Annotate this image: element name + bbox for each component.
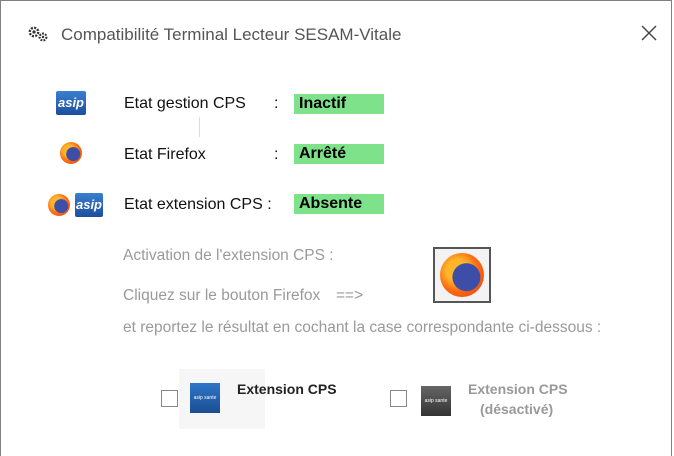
click-firefox-instruction: Cliquez sur le bouton Firefox	[123, 287, 321, 304]
status-label-firefox: Etat Firefox	[124, 146, 206, 163]
extension-cps-label: Extension CPS	[237, 381, 337, 397]
firefox-icon	[60, 142, 82, 164]
close-icon[interactable]	[635, 19, 663, 47]
status-badge-gestion-cps: Inactif	[294, 94, 384, 114]
status-label-extension-cps: Etat extension CPS :	[124, 196, 272, 213]
dialog-window: Compatibilité Terminal Lecteur SESAM-Vit…	[0, 0, 672, 456]
extension-cps-disabled-checkbox[interactable]	[390, 390, 407, 407]
extension-cps-checkbox[interactable]	[161, 390, 178, 407]
window-title: Compatibilité Terminal Lecteur SESAM-Vit…	[61, 25, 402, 44]
asip-logo-icon: asip	[75, 193, 103, 217]
launch-firefox-button[interactable]	[433, 247, 491, 303]
firefox-icon	[440, 253, 484, 297]
status-badge-firefox: Arrêté	[294, 144, 384, 164]
gears-icon	[28, 26, 48, 42]
extension-cps-disabled-sublabel: (désactivé)	[480, 401, 554, 417]
status-badge-extension-cps: Absente	[294, 194, 384, 214]
firefox-icon	[48, 194, 70, 216]
extension-cps-disabled-icon: asip sante	[421, 386, 451, 416]
status-colon: :	[274, 95, 279, 112]
status-label-gestion-cps: Etat gestion CPS	[124, 95, 246, 112]
extension-cps-icon: asip sante	[190, 383, 220, 413]
status-colon: :	[274, 146, 279, 163]
report-instruction: et reportez le résultat en cochant la ca…	[123, 319, 602, 336]
arrow-text: ==>	[336, 287, 364, 304]
title-bar: Compatibilité Terminal Lecteur SESAM-Vit…	[1, 1, 671, 59]
extension-cps-disabled-label: Extension CPS	[468, 381, 568, 397]
asip-logo-icon: asip	[56, 91, 86, 115]
activation-instruction: Activation de l'extension CPS :	[123, 247, 334, 264]
divider	[199, 117, 200, 137]
